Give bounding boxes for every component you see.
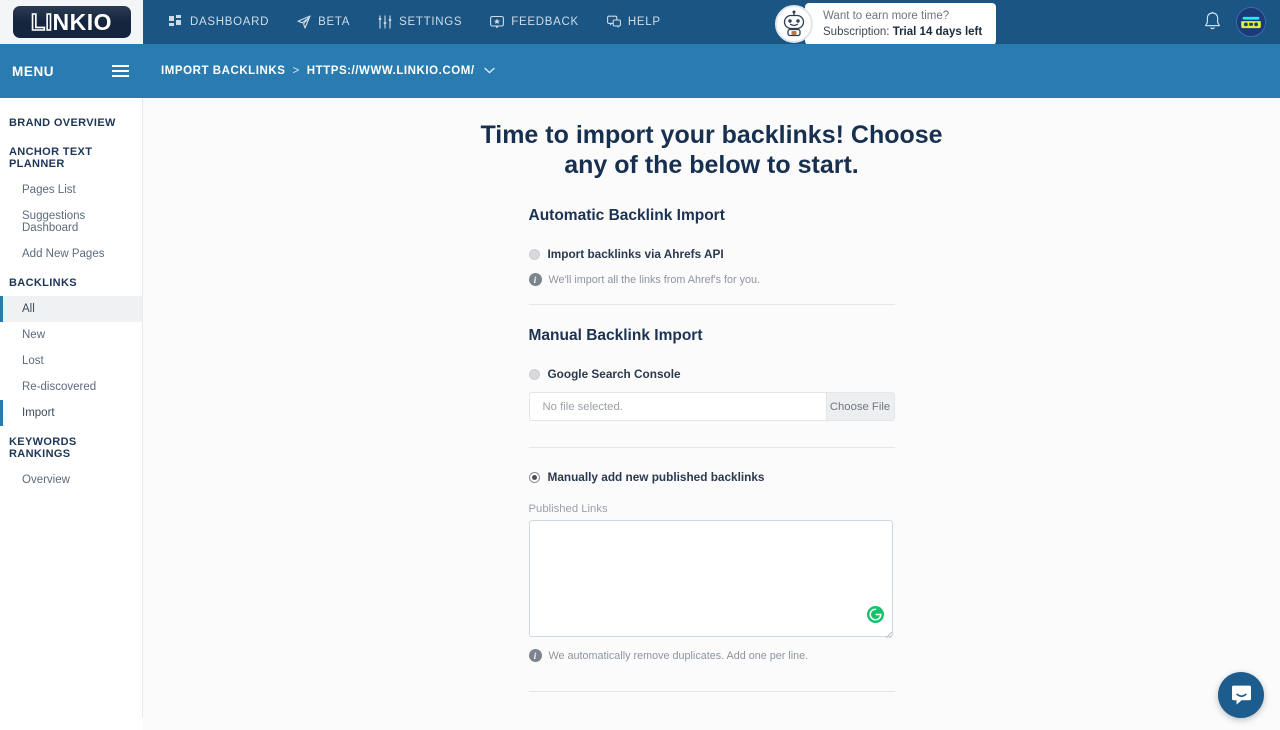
nav-item-dashboard[interactable]: DASHBOARD <box>155 0 283 44</box>
option-ahrefs-api[interactable]: Import backlinks via Ahrefs API <box>528 247 895 261</box>
sidebar-item-re-discovered[interactable]: Re-discovered <box>0 374 142 400</box>
option-label-google-search-console: Google Search Console <box>547 367 681 381</box>
nav-item-help[interactable]: HELP <box>593 0 675 44</box>
user-avatar[interactable] <box>1236 7 1266 37</box>
divider-automatic <box>528 304 895 305</box>
logo-text-solid: NKIO <box>52 8 112 35</box>
menu-block: MENU <box>0 44 143 98</box>
sidebar-group-anchor-text-planner: ANCHOR TEXT PLANNER <box>9 146 93 170</box>
option-manual-backlinks[interactable]: Manually add new published backlinks <box>528 470 895 484</box>
sidebar-item-all[interactable]: All <box>0 296 142 322</box>
subscription-label: Subscription: <box>823 26 890 38</box>
divider-gsc <box>528 447 895 448</box>
feedback-star-bubble-icon <box>490 15 505 29</box>
sidebar-item-add-new-pages[interactable]: Add New Pages <box>0 241 142 267</box>
published-links-wrapper <box>528 520 895 639</box>
subscription-remaining: 14 days left <box>919 26 983 38</box>
option-label-ahrefs-api: Import backlinks via Ahrefs API <box>547 247 724 261</box>
sidebar-item-pages-list[interactable]: Pages List <box>0 177 142 203</box>
nav-item-feedback[interactable]: FEEDBACK <box>476 0 593 44</box>
subscription-question: Want to earn more time? <box>823 10 950 22</box>
sidebar-group-backlinks: BACKLINKS <box>9 277 77 289</box>
page-title: Time to import your backlinks! Choose an… <box>452 120 972 180</box>
breadcrumb: IMPORT BACKLINKS > HTTPS://WWW.LINKIO.CO… <box>161 65 495 77</box>
sidebar-item-new[interactable]: New <box>0 322 142 348</box>
chevron-down-icon[interactable] <box>483 65 495 77</box>
option-google-search-console[interactable]: Google Search Console <box>528 367 895 381</box>
choose-file-button[interactable]: Choose File <box>825 393 894 420</box>
breadcrumb-current-site[interactable]: HTTPS://WWW.LINKIO.COM/ <box>307 65 475 77</box>
import-form: Automatic Backlink Import Import backlin… <box>528 180 895 730</box>
nav-label-help: HELP <box>627 16 661 28</box>
sidebar-item-brand-overview[interactable]: BRAND OVERVIEW <box>0 106 142 136</box>
section-title-automatic: Automatic Backlink Import <box>528 207 725 224</box>
radio-ahrefs-api[interactable] <box>528 248 540 260</box>
sidebar-group-keywords-rankings: KEYWORDS RANKINGS <box>9 436 77 460</box>
logo-container[interactable]: LINKIO <box>0 0 143 44</box>
breadcrumb-root[interactable]: IMPORT BACKLINKS <box>161 65 285 77</box>
file-name-display: No file selected. <box>542 400 623 413</box>
published-links-input[interactable] <box>528 520 893 637</box>
menu-label: MENU <box>12 63 55 79</box>
sidebar-item-import[interactable]: Import <box>0 400 142 426</box>
subscription-bubble[interactable]: Want to earn more time? Subscription: Tr… <box>797 3 997 45</box>
subscription-plan: Trial <box>892 26 917 38</box>
grid-icon <box>169 15 183 29</box>
main-navigation: DASHBOARD BETA SETTINGS FEEDBACK HELP <box>155 0 675 44</box>
hint-text-duplicates: We automatically remove duplicates. Add … <box>548 649 809 662</box>
sidebar-item-lost[interactable]: Lost <box>0 348 142 374</box>
radio-manual-backlinks[interactable] <box>528 471 540 483</box>
linkio-logo[interactable]: LINKIO <box>12 6 131 38</box>
main-content: Time to import your backlinks! Choose an… <box>143 98 1280 730</box>
subscription-banner[interactable]: Want to earn more time? Subscription: Tr… <box>775 3 997 45</box>
page-title-line2: any of the below to start. <box>564 151 859 179</box>
paper-plane-icon <box>297 15 311 29</box>
sidebar-navigation: BRAND OVERVIEW ANCHOR TEXT PLANNER Pages… <box>0 98 143 718</box>
radio-google-search-console[interactable] <box>528 368 540 380</box>
nav-label-feedback: FEEDBACK <box>511 16 579 28</box>
logo-text-hollow: LI <box>30 8 53 35</box>
divider-bottom <box>528 691 895 692</box>
nav-label-beta: BETA <box>318 16 351 28</box>
hamburger-menu-icon[interactable] <box>112 65 129 77</box>
published-links-label: Published Links <box>528 503 608 515</box>
nav-label-dashboard: DASHBOARD <box>190 16 270 28</box>
secondary-bar: MENU IMPORT BACKLINKS > HTTPS://WWW.LINK… <box>0 44 1280 129</box>
breadcrumb-separator: > <box>292 65 300 77</box>
nav-label-settings: SETTINGS <box>399 16 463 28</box>
section-title-manual: Manual Backlink Import <box>528 327 703 344</box>
notification-bell-icon[interactable] <box>1203 11 1222 37</box>
sliders-icon <box>378 15 392 29</box>
sidebar-item-suggestions-dashboard[interactable]: Suggestions Dashboard <box>0 203 142 241</box>
top-header-bar: LINKIO DASHBOARD BETA SETTINGS FEEDBACK … <box>0 0 1280 45</box>
sidebar-item-overview[interactable]: Overview <box>0 467 142 493</box>
hint-duplicates: i We automatically remove duplicates. Ad… <box>528 649 895 662</box>
chat-bubbles-icon <box>606 15 621 29</box>
intercom-chat-icon[interactable] <box>1218 672 1264 718</box>
info-icon: i <box>528 273 542 286</box>
hint-ahrefs: i We'll import all the links from Ahref'… <box>528 273 895 286</box>
robot-mascot-icon <box>775 5 813 43</box>
grammarly-icon[interactable] <box>866 606 884 623</box>
file-upload-row[interactable]: No file selected. Choose File <box>528 392 895 421</box>
hint-text-ahrefs: We'll import all the links from Ahref's … <box>548 273 761 286</box>
page-title-line1: Time to import your backlinks! Choose <box>480 121 943 149</box>
info-icon: i <box>528 649 542 662</box>
nav-item-beta[interactable]: BETA <box>283 0 364 44</box>
option-label-manual-backlinks: Manually add new published backlinks <box>547 470 765 484</box>
nav-item-settings[interactable]: SETTINGS <box>364 0 476 44</box>
